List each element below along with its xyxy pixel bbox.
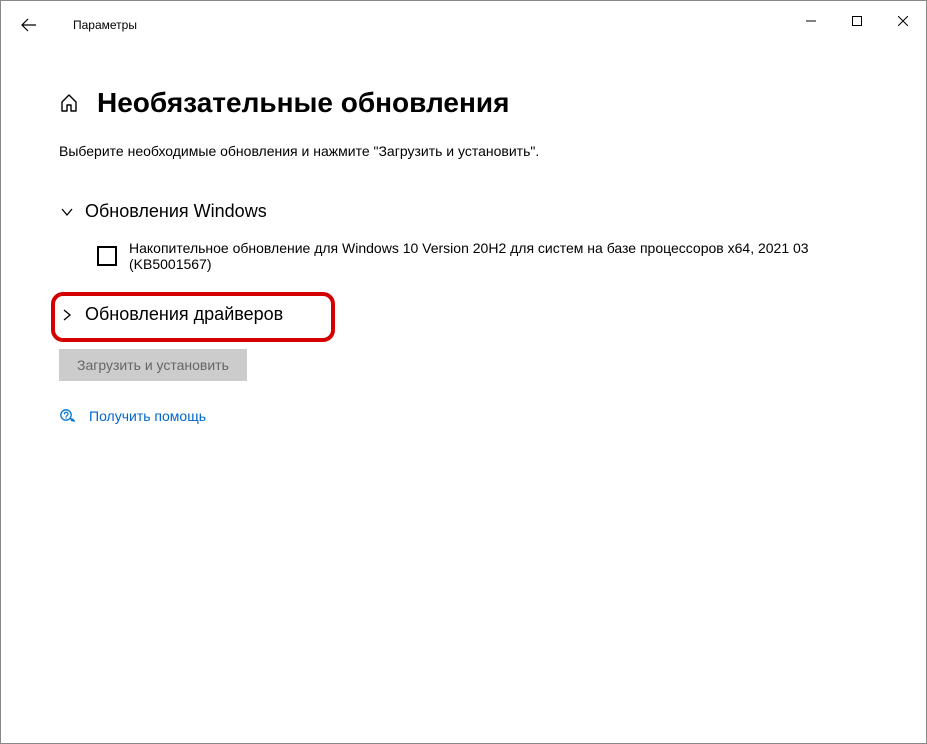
window-controls	[788, 13, 926, 37]
update-label: Накопительное обновление для Windows 10 …	[129, 240, 886, 272]
help-icon	[59, 407, 77, 425]
arrow-left-icon	[21, 17, 37, 33]
close-icon	[898, 16, 908, 26]
page-description: Выберите необходимые обновления и нажмит…	[59, 143, 886, 159]
download-install-button[interactable]: Загрузить и установить	[59, 349, 247, 381]
minimize-button[interactable]	[788, 5, 834, 37]
maximize-icon	[852, 16, 862, 26]
maximize-button[interactable]	[834, 5, 880, 37]
titlebar-left: Параметры	[9, 5, 137, 45]
back-button[interactable]	[9, 5, 49, 45]
help-row: Получить помощь	[59, 407, 886, 425]
chevron-down-icon	[59, 204, 75, 220]
home-icon[interactable]	[59, 93, 79, 113]
titlebar: Параметры	[1, 1, 926, 49]
update-item: Накопительное обновление для Windows 10 …	[97, 240, 886, 272]
section-header-driver-updates[interactable]: Обновления драйверов	[59, 304, 886, 325]
page-title: Необязательные обновления	[97, 87, 509, 119]
home-icon-svg	[59, 93, 79, 113]
section-title-windows: Обновления Windows	[85, 201, 267, 222]
section-windows-updates: Обновления Windows Накопительное обновле…	[59, 201, 886, 272]
section-header-windows-updates[interactable]: Обновления Windows	[59, 201, 886, 222]
section-title-drivers: Обновления драйверов	[85, 304, 283, 325]
app-title: Параметры	[73, 18, 137, 32]
update-checkbox[interactable]	[97, 246, 117, 266]
close-button[interactable]	[880, 5, 926, 37]
get-help-link[interactable]: Получить помощь	[89, 408, 206, 424]
page-header: Необязательные обновления	[59, 87, 886, 119]
minimize-icon	[806, 16, 816, 26]
chevron-right-icon	[59, 307, 75, 323]
content-area: Необязательные обновления Выберите необх…	[1, 87, 926, 425]
section-driver-updates-wrapper: Обновления драйверов	[59, 304, 886, 325]
